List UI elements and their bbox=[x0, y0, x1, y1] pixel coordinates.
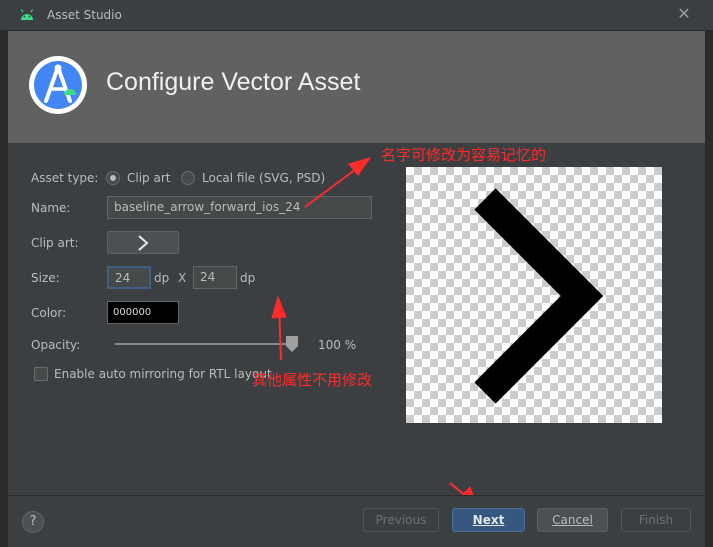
vector-preview bbox=[406, 167, 662, 423]
auto-mirror-checkbox[interactable] bbox=[34, 367, 48, 381]
opacity-label: Opacity: bbox=[31, 338, 81, 352]
width-unit: dp bbox=[154, 271, 170, 285]
cancel-button[interactable]: Cancel bbox=[537, 508, 608, 532]
color-input[interactable]: 000000 bbox=[107, 301, 179, 324]
window-title: Asset Studio bbox=[47, 8, 122, 22]
asset-type-label: Asset type: bbox=[31, 171, 99, 185]
clip-art-radio-label[interactable]: Clip art bbox=[127, 171, 170, 185]
height-input[interactable]: 24 bbox=[193, 266, 237, 289]
name-label: Name: bbox=[31, 201, 71, 215]
page-title: Configure Vector Asset bbox=[106, 68, 361, 96]
previous-button[interactable]: Previous bbox=[363, 508, 439, 532]
clip-art-radio[interactable] bbox=[106, 171, 120, 185]
chevron-right-icon bbox=[474, 188, 604, 404]
wizard-footer: ? Previous Next Cancel Finish bbox=[8, 495, 705, 547]
clip-art-button[interactable] bbox=[107, 231, 179, 254]
next-button[interactable]: Next bbox=[452, 508, 525, 532]
chevron-right-icon bbox=[138, 235, 149, 251]
name-input[interactable]: baseline_arrow_forward_ios_24 bbox=[107, 196, 372, 219]
color-label: Color: bbox=[31, 306, 67, 320]
width-input[interactable]: 24 bbox=[107, 266, 151, 289]
opacity-slider[interactable] bbox=[115, 343, 292, 345]
other-annotation: 其他属性不用修改 bbox=[252, 371, 373, 389]
title-bar: Asset Studio ✕ bbox=[0, 0, 713, 31]
wizard-header: Configure Vector Asset bbox=[8, 31, 705, 143]
size-label: Size: bbox=[31, 271, 60, 285]
size-separator: X bbox=[178, 271, 187, 285]
android-studio-logo-icon bbox=[29, 56, 87, 114]
finish-button[interactable]: Finish bbox=[621, 508, 691, 532]
name-annotation: 名字可修改为容易记忆的 bbox=[381, 146, 547, 164]
height-unit: dp bbox=[240, 271, 256, 285]
clip-art-label: Clip art: bbox=[31, 236, 79, 250]
opacity-slider-thumb[interactable] bbox=[286, 336, 298, 352]
auto-mirror-label[interactable]: Enable auto mirroring for RTL layout bbox=[54, 367, 272, 381]
local-file-radio[interactable] bbox=[181, 171, 195, 185]
close-icon[interactable]: ✕ bbox=[677, 6, 691, 22]
opacity-value: 100 % bbox=[318, 338, 357, 352]
android-icon bbox=[20, 9, 34, 20]
help-button[interactable]: ? bbox=[22, 511, 44, 533]
local-file-radio-label[interactable]: Local file (SVG, PSD) bbox=[202, 171, 325, 185]
